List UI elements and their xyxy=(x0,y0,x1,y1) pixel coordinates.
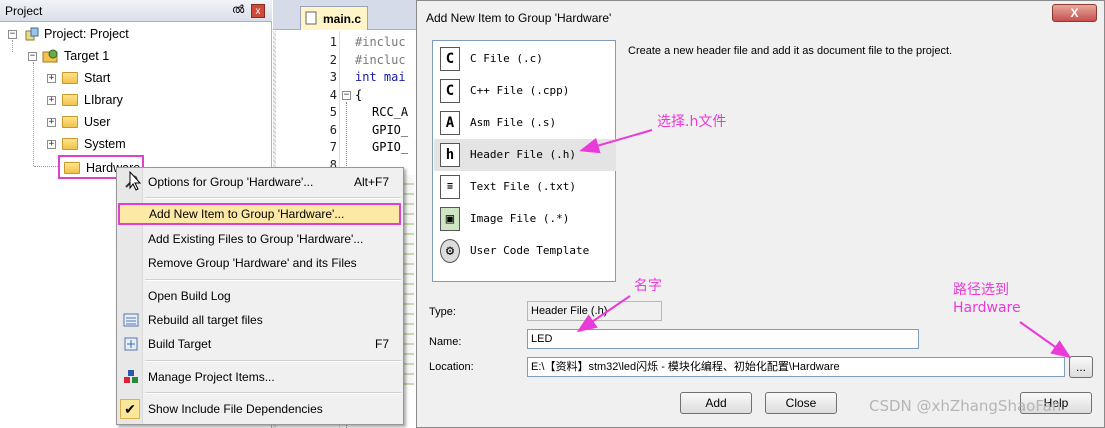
watermark: CSDN @xhZhangShaoFan xyxy=(869,397,1062,415)
annotation-arrows xyxy=(576,129,1072,359)
